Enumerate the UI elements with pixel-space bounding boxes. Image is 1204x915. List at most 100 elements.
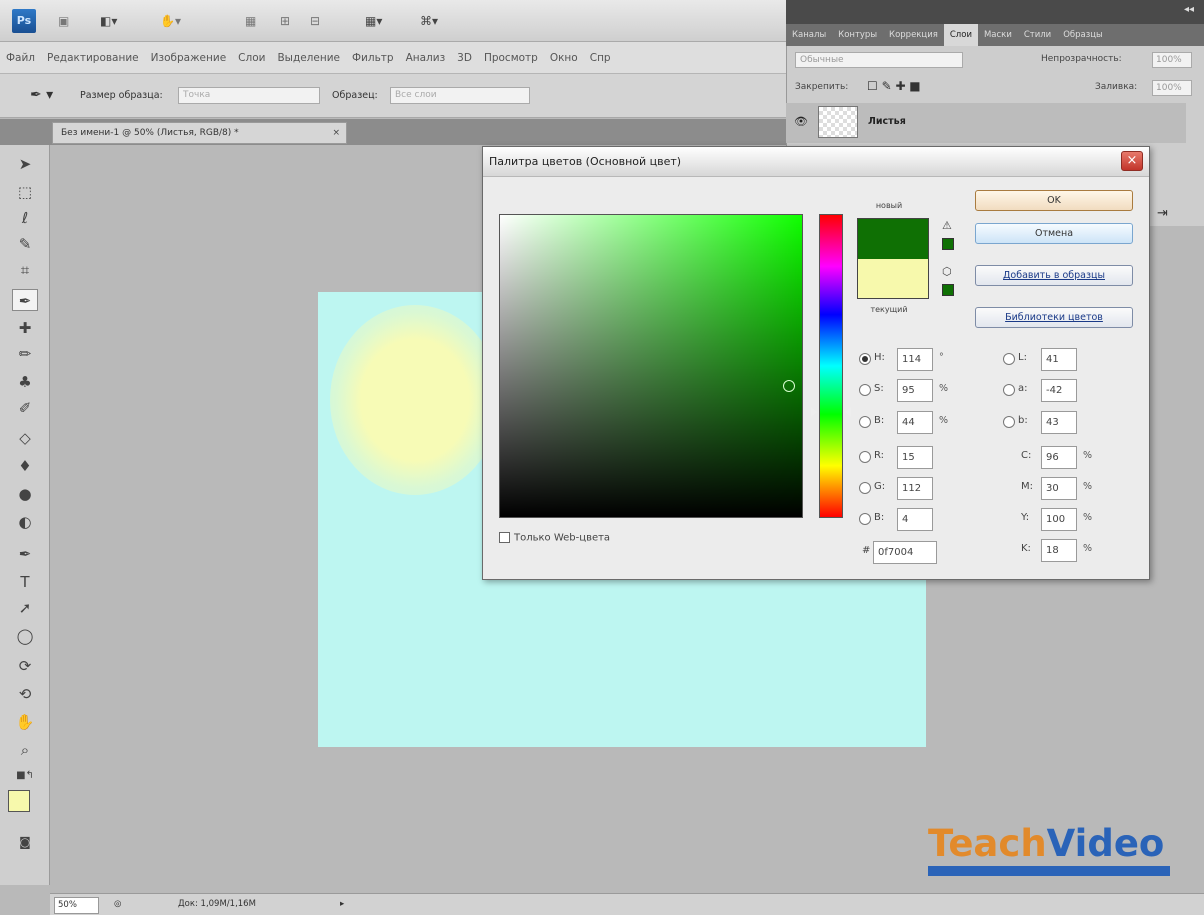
quick-mask-icon[interactable]: ◙: [12, 831, 38, 853]
brightness-field[interactable]: 44: [897, 411, 933, 434]
black-field[interactable]: 18: [1041, 539, 1077, 562]
eyedropper-tool-icon[interactable]: ✒: [12, 289, 38, 311]
paint-bucket-tool-icon[interactable]: ♦: [12, 455, 38, 477]
status-menu-icon[interactable]: ▸: [340, 897, 344, 912]
guides-icon[interactable]: ⊟: [310, 14, 320, 28]
marquee-tool-icon[interactable]: ⬚: [12, 181, 38, 203]
menu-file[interactable]: Файл: [0, 42, 41, 73]
lab-l-radio[interactable]: [1003, 353, 1015, 365]
hue-right-arrow-icon[interactable]: [845, 407, 851, 417]
shape-tool-icon[interactable]: ◯: [12, 625, 38, 647]
brush-tool-icon[interactable]: ✏: [12, 343, 38, 365]
dialog-titlebar[interactable]: Палитра цветов (Основной цвет) ×: [483, 147, 1149, 177]
stamp-tool-icon[interactable]: ♣: [12, 371, 38, 393]
rulers-icon[interactable]: ⊞: [280, 14, 290, 28]
arrange-icon[interactable]: ▦▾: [365, 14, 382, 28]
blend-mode-select[interactable]: Обычные: [795, 52, 963, 68]
menu-3d[interactable]: 3D: [451, 42, 478, 73]
document-tab[interactable]: Без имени-1 @ 50% (Листья, RGB/8) * ×: [52, 122, 347, 144]
hex-field[interactable]: 0f7004: [873, 541, 937, 564]
hand-icon[interactable]: ✋▾: [160, 14, 181, 28]
foreground-color-swatch[interactable]: [8, 790, 30, 812]
close-icon[interactable]: ×: [332, 123, 340, 143]
tab-swatches[interactable]: Образцы: [1057, 24, 1109, 46]
eyedropper-preset-icon[interactable]: ✒ ▾: [30, 88, 53, 102]
hue-field[interactable]: 114: [897, 348, 933, 371]
menu-edit[interactable]: Редактирование: [41, 42, 145, 73]
menu-filter[interactable]: Фильтр: [346, 42, 400, 73]
lab-a-field[interactable]: -42: [1041, 379, 1077, 402]
screen-mode-icon[interactable]: ◧▾: [100, 14, 117, 28]
saturation-radio[interactable]: [859, 384, 871, 396]
fill-field[interactable]: 100%: [1152, 80, 1192, 96]
menu-analysis[interactable]: Анализ: [400, 42, 452, 73]
yellow-field[interactable]: 100: [1041, 508, 1077, 531]
menu-image[interactable]: Изображение: [145, 42, 233, 73]
move-tool-icon[interactable]: ➤: [12, 153, 38, 175]
workspace-icon[interactable]: ⌘▾: [420, 14, 438, 28]
lab-l-field[interactable]: 41: [1041, 348, 1077, 371]
zoom-tool-icon[interactable]: ⌕: [12, 739, 38, 761]
lab-b-radio[interactable]: [1003, 416, 1015, 428]
menu-help[interactable]: Спр: [584, 42, 617, 73]
tab-channels[interactable]: Каналы: [786, 24, 832, 46]
green-radio[interactable]: [859, 482, 871, 494]
red-field[interactable]: 15: [897, 446, 933, 469]
close-icon[interactable]: ×: [1121, 151, 1143, 171]
color-libraries-button[interactable]: Библиотеки цветов: [975, 307, 1133, 328]
red-radio[interactable]: [859, 451, 871, 463]
blue-radio[interactable]: [859, 513, 871, 525]
sample-size-select[interactable]: Точка: [178, 87, 320, 104]
web-safe-swatch[interactable]: [942, 284, 954, 296]
lasso-tool-icon[interactable]: ℓ: [12, 207, 38, 229]
lab-a-radio[interactable]: [1003, 384, 1015, 396]
sample-select[interactable]: Все слои: [390, 87, 530, 104]
hue-radio[interactable]: [859, 353, 871, 365]
hand-tool-icon[interactable]: ✋: [12, 711, 38, 733]
3d-orbit-tool-icon[interactable]: ⟲: [12, 683, 38, 705]
menu-select[interactable]: Выделение: [271, 42, 346, 73]
tab-masks[interactable]: Маски: [978, 24, 1018, 46]
quick-select-tool-icon[interactable]: ✎: [12, 233, 38, 255]
current-color-swatch[interactable]: [857, 259, 929, 299]
bridge-icon[interactable]: ▣: [58, 14, 69, 28]
gamut-swatch[interactable]: [942, 238, 954, 250]
dodge-tool-icon[interactable]: ◐: [12, 511, 38, 533]
web-safe-cube-icon[interactable]: ⬡: [942, 265, 952, 278]
ok-button[interactable]: OK: [975, 190, 1133, 211]
pen-tool-icon[interactable]: ✒: [12, 543, 38, 565]
menu-window[interactable]: Окно: [544, 42, 584, 73]
color-field[interactable]: [499, 214, 803, 518]
menu-view[interactable]: Просмотр: [478, 42, 544, 73]
eraser-tool-icon[interactable]: ◇: [12, 427, 38, 449]
panel-arrow-icon[interactable]: ⇥: [1157, 206, 1168, 221]
tab-layers[interactable]: Слои: [943, 24, 978, 46]
status-info-icon[interactable]: ◎: [114, 897, 121, 912]
healing-tool-icon[interactable]: ✚: [12, 317, 38, 339]
path-select-tool-icon[interactable]: ➚: [12, 597, 38, 619]
tab-paths[interactable]: Контуры: [832, 24, 883, 46]
swap-colors-icon[interactable]: ■↰: [12, 765, 38, 787]
3d-rotate-tool-icon[interactable]: ⟳: [12, 655, 38, 677]
crop-tool-icon[interactable]: ⌗: [12, 259, 38, 281]
lab-b-field[interactable]: 43: [1041, 411, 1077, 434]
photoshop-logo[interactable]: Ps: [12, 9, 36, 33]
lock-icons[interactable]: ☐ ✎ ✚ ■: [867, 79, 921, 93]
web-only-checkbox[interactable]: Только Web-цвета: [499, 532, 610, 544]
add-to-swatches-button[interactable]: Добавить в образцы: [975, 265, 1133, 286]
color-picker-ring[interactable]: [783, 380, 795, 392]
grid-icon[interactable]: ▦: [245, 14, 256, 28]
hue-left-arrow-icon[interactable]: [811, 407, 817, 417]
blue-field[interactable]: 4: [897, 508, 933, 531]
tab-adjustments[interactable]: Коррекция: [883, 24, 944, 46]
eye-icon[interactable]: 👁: [794, 115, 808, 128]
history-brush-tool-icon[interactable]: ✐: [12, 397, 38, 419]
magenta-field[interactable]: 30: [1041, 477, 1077, 500]
hue-slider[interactable]: [819, 214, 843, 518]
tab-styles[interactable]: Стили: [1018, 24, 1057, 46]
cyan-field[interactable]: 96: [1041, 446, 1077, 469]
checkbox-icon[interactable]: [499, 532, 510, 543]
brightness-radio[interactable]: [859, 416, 871, 428]
opacity-field[interactable]: 100%: [1152, 52, 1192, 68]
saturation-field[interactable]: 95: [897, 379, 933, 402]
